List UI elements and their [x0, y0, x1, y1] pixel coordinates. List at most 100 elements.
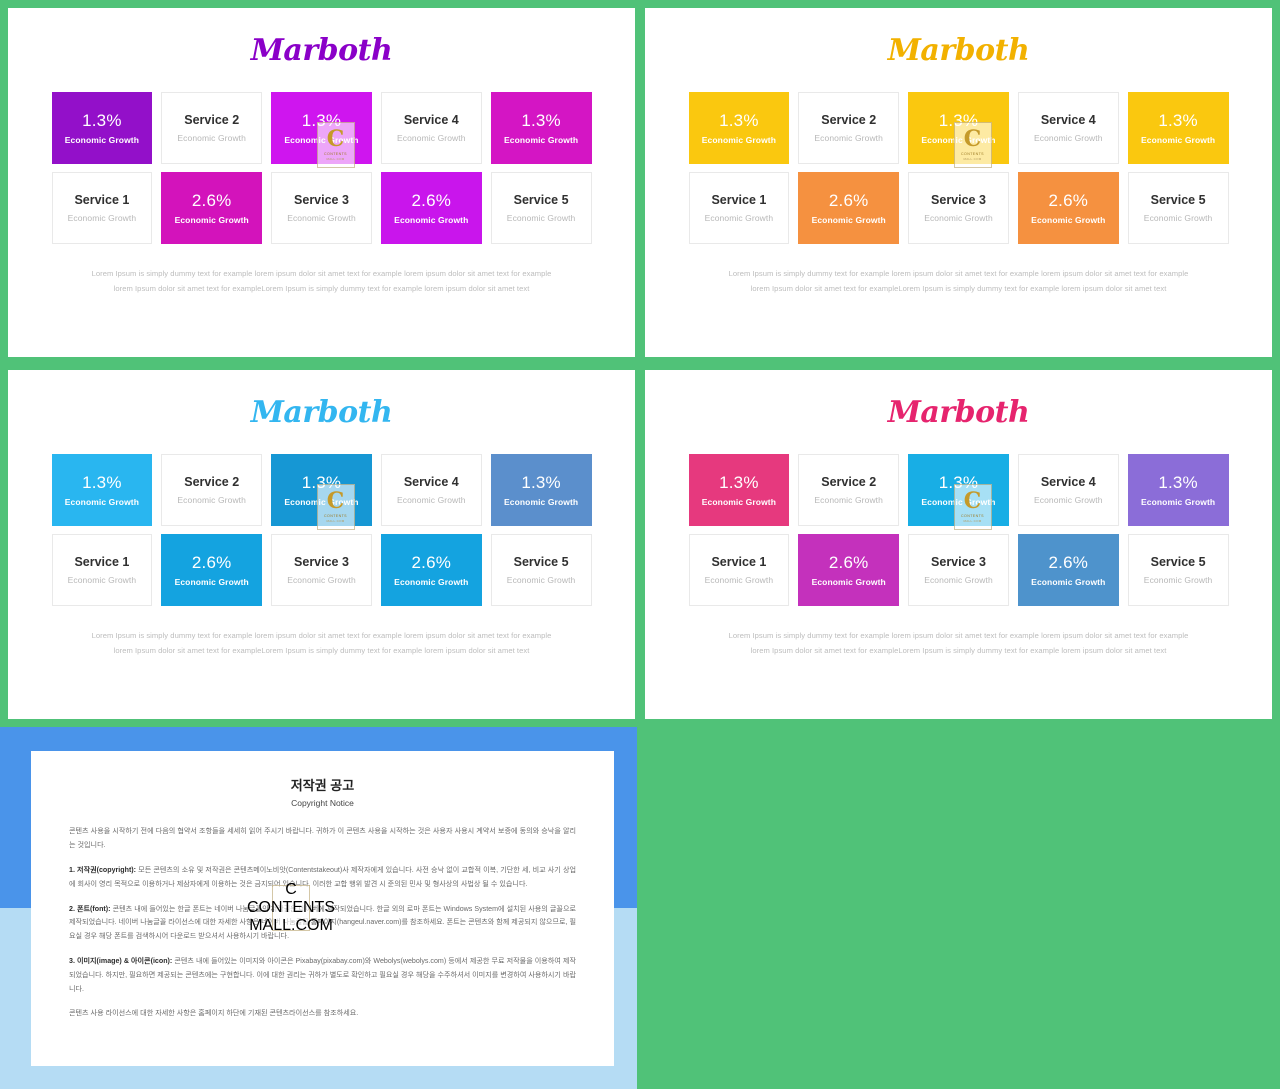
card-subtitle: Economic Growth [503, 497, 579, 508]
service-card[interactable]: Service 5 Economic Growth [490, 534, 592, 606]
copyright-closing: 콘텐츠 사용 라이선스에 대한 자세한 사항은 홈페이지 하단에 기재된 콘텐츠… [69, 1009, 359, 1018]
service-card[interactable]: Service 3 Economic Growth [271, 172, 372, 244]
slide-thumbnail-5-copyright[interactable]: 저작권 공고 Copyright Notice 콘텐츠 사용을 시작하기 전에 … [0, 727, 637, 1089]
metric-card[interactable]: 2.6% Economic Growth [1017, 172, 1119, 244]
card-subtitle: Economic Growth [814, 494, 883, 505]
service-card[interactable]: Service 1 Economic Growth [688, 534, 790, 606]
service-card-grid: 1.3% Economic Growth Service 2 Economic Gro… [51, 66, 592, 244]
card-subtitle: Economic Growth [284, 135, 359, 146]
metric-value: 2.6% [191, 553, 232, 573]
metric-value: 2.6% [1048, 553, 1089, 573]
metric-card[interactable]: 2.6% Economic Growth [161, 534, 263, 606]
copyright-title-en: Copyright Notice [291, 798, 354, 809]
slide-thumbnail-1[interactable]: Marboth 1.3% Economic Growth Service 2 Econ… [8, 8, 635, 357]
slide-thumbnail-4[interactable]: Marboth 1.3% Economic Growth Service 2 Econ… [645, 370, 1272, 719]
service-label: Service 3 [294, 192, 349, 207]
brand-title: Marboth [887, 395, 1030, 430]
footnote-line-2: lorem Ipsum dolor sit amet text for exam… [113, 284, 530, 294]
presentation-thumbnail-grid: Marboth 1.3% Economic Growth Service 2 Econ… [0, 0, 1280, 1089]
service-card[interactable]: Service 5 Economic Growth [490, 172, 592, 244]
service-card[interactable]: Service 5 Economic Growth [1127, 172, 1229, 244]
copyright-section-2-text: 콘텐츠 내에 들어있는 한글 폰트는 네이버 나눔글꼴의 저작권은 네이버에 제… [69, 904, 576, 941]
metric-card[interactable]: 1.3% Economic Growth [51, 454, 153, 526]
card-subtitle: Economic Growth [1033, 132, 1103, 143]
metric-value: 1.3% [82, 473, 122, 493]
card-subtitle: Economic Growth [503, 135, 579, 146]
card-subtitle: Economic Growth [921, 497, 996, 508]
slide-thumbnail-2[interactable]: Marboth 1.3% Economic Growth Service 2 Econ… [645, 8, 1272, 357]
metric-card[interactable]: 2.6% Economic Growth [798, 534, 900, 606]
metric-card[interactable]: 2.6% Economic Growth [798, 172, 900, 244]
service-card[interactable]: Service 3 Economic Growth [908, 172, 1009, 244]
metric-card[interactable]: 1.3% Economic Growth [908, 92, 1009, 164]
brand-title: Marboth [250, 33, 393, 68]
metric-card[interactable]: 1.3% Economic Growth [271, 92, 372, 164]
metric-card[interactable]: 1.3% Economic Growth [908, 454, 1009, 526]
card-subtitle: Economic Growth [396, 132, 466, 143]
service-card[interactable]: Service 4 Economic Growth [380, 454, 482, 526]
footnote-text: Lorem Ipsum is simply dummy text for exa… [679, 266, 1239, 296]
card-subtitle: Economic Growth [396, 494, 466, 505]
card-subtitle: Economic Growth [287, 574, 356, 585]
card-subtitle: Economic Growth [64, 497, 140, 508]
service-card[interactable]: Service 4 Economic Growth [1017, 454, 1119, 526]
metric-card[interactable]: 1.3% Economic Growth [688, 454, 790, 526]
service-card[interactable]: Service 2 Economic Growth [798, 92, 900, 164]
copyright-section-2-label: 2. 폰트(font): [69, 904, 111, 913]
service-label: Service 3 [931, 554, 986, 569]
metric-card[interactable]: 1.3% Economic Growth [51, 92, 153, 164]
service-card[interactable]: Service 1 Economic Growth [688, 172, 790, 244]
metric-value: 2.6% [191, 191, 232, 211]
metric-card[interactable]: 1.3% Economic Growth [490, 92, 592, 164]
card-subtitle: Economic Growth [1140, 497, 1216, 508]
copyright-body: 콘텐츠 사용을 시작하기 전에 다음의 협약서 조항들을 세세히 읽어 주시기 … [69, 825, 576, 1021]
metric-card[interactable]: 1.3% Economic Growth [1127, 454, 1229, 526]
metric-card[interactable]: 1.3% Economic Growth [688, 92, 790, 164]
service-card[interactable]: Service 4 Economic Growth [380, 92, 482, 164]
service-card[interactable]: Service 1 Economic Growth [51, 534, 153, 606]
card-subtitle: Economic Growth [704, 212, 774, 223]
service-card[interactable]: Service 3 Economic Growth [908, 534, 1009, 606]
metric-value: 2.6% [411, 553, 452, 573]
metric-value: 2.6% [1048, 191, 1089, 211]
service-card[interactable]: Service 5 Economic Growth [1127, 534, 1229, 606]
service-label: Service 1 [74, 192, 130, 207]
metric-card[interactable]: 1.3% Economic Growth [490, 454, 592, 526]
service-card[interactable]: Service 2 Economic Growth [798, 454, 900, 526]
service-label: Service 5 [1150, 554, 1206, 569]
card-subtitle: Economic Growth [287, 212, 356, 223]
footnote-text: Lorem Ipsum is simply dummy text for exa… [42, 266, 602, 296]
footnote-line-2: lorem Ipsum dolor sit amet text for exam… [113, 646, 530, 656]
service-card[interactable]: Service 2 Economic Growth [161, 454, 263, 526]
card-subtitle: Economic Growth [506, 574, 576, 585]
card-subtitle: Economic Growth [1033, 494, 1103, 505]
service-card[interactable]: Service 1 Economic Growth [51, 172, 153, 244]
service-label: Service 2 [184, 474, 240, 489]
footnote-line-1: Lorem Ipsum is simply dummy text for exa… [728, 269, 1189, 278]
service-label: Service 4 [1040, 112, 1096, 127]
copyright-section-1: 1. 저작권(copyright): 모든 콘텐츠의 소유 및 저작권은 콘텐츠… [69, 864, 576, 892]
copyright-intro: 콘텐츠 사용을 시작하기 전에 다음의 협약서 조항들을 세세히 읽어 주시기 … [69, 827, 576, 850]
service-card[interactable]: Service 3 Economic Growth [271, 534, 372, 606]
metric-card[interactable]: 2.6% Economic Growth [380, 534, 482, 606]
brand-title: Marboth [250, 395, 393, 430]
metric-value: 1.3% [719, 111, 759, 131]
service-label: Service 4 [403, 474, 459, 489]
metric-value: 1.3% [1158, 473, 1198, 493]
copyright-section-2: 2. 폰트(font): 콘텐츠 내에 들어있는 한글 폰트는 네이버 나눔글꼴… [69, 903, 576, 944]
metric-value: 1.3% [301, 111, 342, 131]
slide-thumbnail-3[interactable]: Marboth 1.3% Economic Growth Service 2 Econ… [8, 370, 635, 719]
service-card[interactable]: Service 2 Economic Growth [161, 92, 263, 164]
service-card[interactable]: Service 4 Economic Growth [1017, 92, 1119, 164]
card-subtitle: Economic Growth [1031, 577, 1106, 588]
metric-card[interactable]: 1.3% Economic Growth [271, 454, 372, 526]
service-card-grid: 1.3% Economic Growth Service 2 Economic Gro… [51, 428, 592, 606]
metric-card[interactable]: 1.3% Economic Growth [1127, 92, 1229, 164]
metric-card[interactable]: 2.6% Economic Growth [380, 172, 482, 244]
card-subtitle: Economic Growth [284, 497, 359, 508]
service-label: Service 1 [74, 554, 130, 569]
metric-card[interactable]: 2.6% Economic Growth [1017, 534, 1119, 606]
card-subtitle: Economic Growth [394, 215, 469, 226]
metric-card[interactable]: 2.6% Economic Growth [161, 172, 263, 244]
metric-value: 1.3% [1158, 111, 1198, 131]
